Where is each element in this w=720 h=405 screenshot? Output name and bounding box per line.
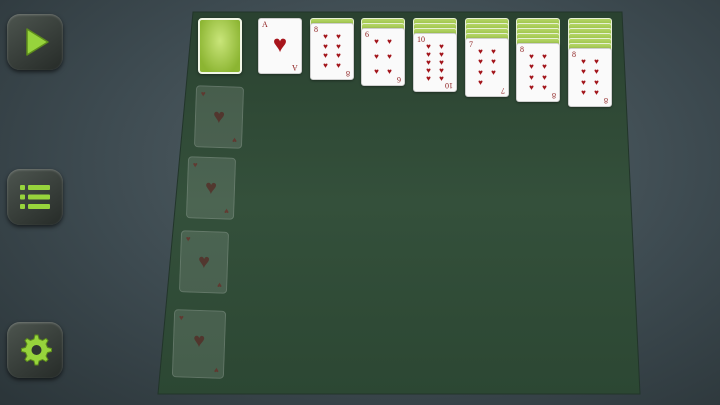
heart-pip-icon: ♥ [478,47,483,56]
heart-pip-icon: ♥ [387,52,392,61]
foundation-suit-corner: ♥ [217,280,223,290]
foundation-suit-corner: ♥ [185,234,191,244]
tableau-card-7[interactable]: 8 ♥ ♥ ♥ ♥ ♥ ♥ ♥ ♥ 8 [568,48,612,107]
heart-pip-icon: ♥ [594,77,599,87]
tableau-card-6[interactable]: 8 ♥ ♥ ♥ ♥ ♥ ♥ ♥ ♥ 8 [516,43,560,102]
heart-pip-icon: ♥ [336,32,341,41]
heart-pip-icon: ♥ [374,67,379,76]
heart-pip-icon: ♥ [323,41,328,51]
heart-pip-icon: ♥ [478,57,483,67]
heart-pip-icon: ♥ [387,67,392,76]
game-table [157,11,641,395]
heart-pip-icon: ♥ [542,52,547,61]
heart-pip-icon: ♥ [594,67,599,77]
card-pips: ♥ ♥ ♥ ♥ ♥ ♥ ♥ ♥ [525,53,551,92]
card-rank-corner: 6 [365,30,369,39]
heart-pip-icon: ♥ [323,32,328,41]
heart-pip-icon: ♥ [374,52,379,61]
heart-pip-icon: ♥ [323,60,328,70]
card-pips: ♥ ♥ ♥ ♥ ♥ ♥ [370,38,396,76]
heart-icon: ♥ [204,176,218,200]
heart-pip-icon: ♥ [478,67,483,77]
heart-pip-icon: ♥ [374,37,379,46]
heart-icon: ♥ [192,329,206,353]
card-rank-corner: 8 [552,91,556,100]
heart-pip-icon: ♥ [581,77,586,87]
heart-pip-icon: ♥ [336,41,341,51]
tableau-card-4[interactable]: 10 ♥ ♥ ♥ ♥ ♥ ♥ ♥ ♥ ♥ ♥ 10 [413,33,457,92]
heart-pip-icon: ♥ [387,37,392,46]
foundation-suit-corner: ♥ [178,313,184,323]
card-rank-corner: 7 [469,40,473,49]
play-icon [26,28,49,56]
heart-pip-icon: ♥ [581,67,586,77]
tableau-card-2[interactable]: 8 ♥ ♥ ♥ ♥ ♥ ♥ ♥ ♥ 8 [310,23,354,80]
card-rank-corner: 8 [346,69,350,78]
menu-button[interactable] [7,169,63,225]
heart-pip-icon: ♥ [491,67,496,77]
heart-pip-icon: ♥ [529,62,534,72]
heart-pip-icon: ♥ [594,87,599,97]
heart-icon: ♥ [197,250,211,274]
foundation-suit-corner: ♥ [192,160,198,170]
foundation-slot-2[interactable]: ♥ ♥ ♥ [185,156,237,220]
heart-pip-icon: ♥ [529,82,534,92]
heart-pip-icon: ♥ [529,72,534,82]
card-rank-corner: A [262,20,268,29]
heart-pip-icon: ♥ [336,51,341,61]
heart-pip-icon: ♥ [581,87,586,97]
heart-pip-icon: ♥ [594,57,599,66]
heart-pip-icon: ♥ [491,57,496,67]
foundation-slot-1[interactable]: ♥ ♥ ♥ [193,85,245,149]
heart-icon: ♥ [272,32,288,58]
heart-pip-icon: ♥ [336,60,341,70]
tableau-card-5[interactable]: 7 ♥ ♥ ♥ ♥ ♥ ♥ ♥ 7 [465,38,509,97]
settings-button[interactable] [7,322,63,378]
play-button[interactable] [7,14,63,70]
heart-icon: ♥ [212,105,226,129]
card-rank-corner: 7 [501,86,505,95]
heart-pip-icon: ♥ [323,51,328,61]
heart-pip-icon: ♥ [542,62,547,72]
card-rank-corner: 8 [604,96,608,105]
card-pips: ♥ ♥ ♥ ♥ ♥ ♥ ♥ [474,48,500,87]
card-rank-corner: 6 [397,75,401,84]
foundation-slot-4[interactable]: ♥ ♥ ♥ [171,309,227,379]
card-rank-corner: A [292,63,298,72]
tableau-card-3[interactable]: 6 ♥ ♥ ♥ ♥ ♥ ♥ 6 [361,28,405,86]
foundation-slot-3[interactable]: ♥ ♥ ♥ [178,230,230,294]
stock-pile[interactable] [198,18,242,74]
card-rank-corner: 10 [445,81,453,90]
card-pips: ♥ ♥ ♥ ♥ ♥ ♥ ♥ ♥ [319,33,345,70]
menu-icon [20,185,50,209]
heart-pip-icon: ♥ [478,77,483,87]
gear-icon [21,334,52,366]
foundation-suit-corner: ♥ [224,206,230,216]
card-pips: ♥ ♥ ♥ ♥ ♥ ♥ ♥ ♥ [577,58,603,97]
heart-pip-icon: ♥ [581,57,586,66]
card-rank-corner: 8 [314,25,318,34]
card-rank-corner: 8 [572,50,576,59]
card-rank-corner: 8 [520,45,524,54]
foundation-suit-corner: ♥ [200,89,206,99]
foundation-suit-corner: ♥ [214,365,220,375]
heart-pip-icon: ♥ [439,74,444,83]
foundation-suit-corner: ♥ [232,135,238,145]
heart-pip-icon: ♥ [491,47,496,56]
heart-pip-icon: ♥ [542,72,547,82]
heart-pip-icon: ♥ [542,82,547,92]
tableau-card-1[interactable]: A ♥ A [258,18,302,74]
heart-pip-icon: ♥ [529,52,534,61]
card-pips: ♥ ♥ ♥ ♥ ♥ ♥ ♥ ♥ ♥ ♥ [422,43,448,83]
heart-pip-icon: ♥ [426,74,431,83]
